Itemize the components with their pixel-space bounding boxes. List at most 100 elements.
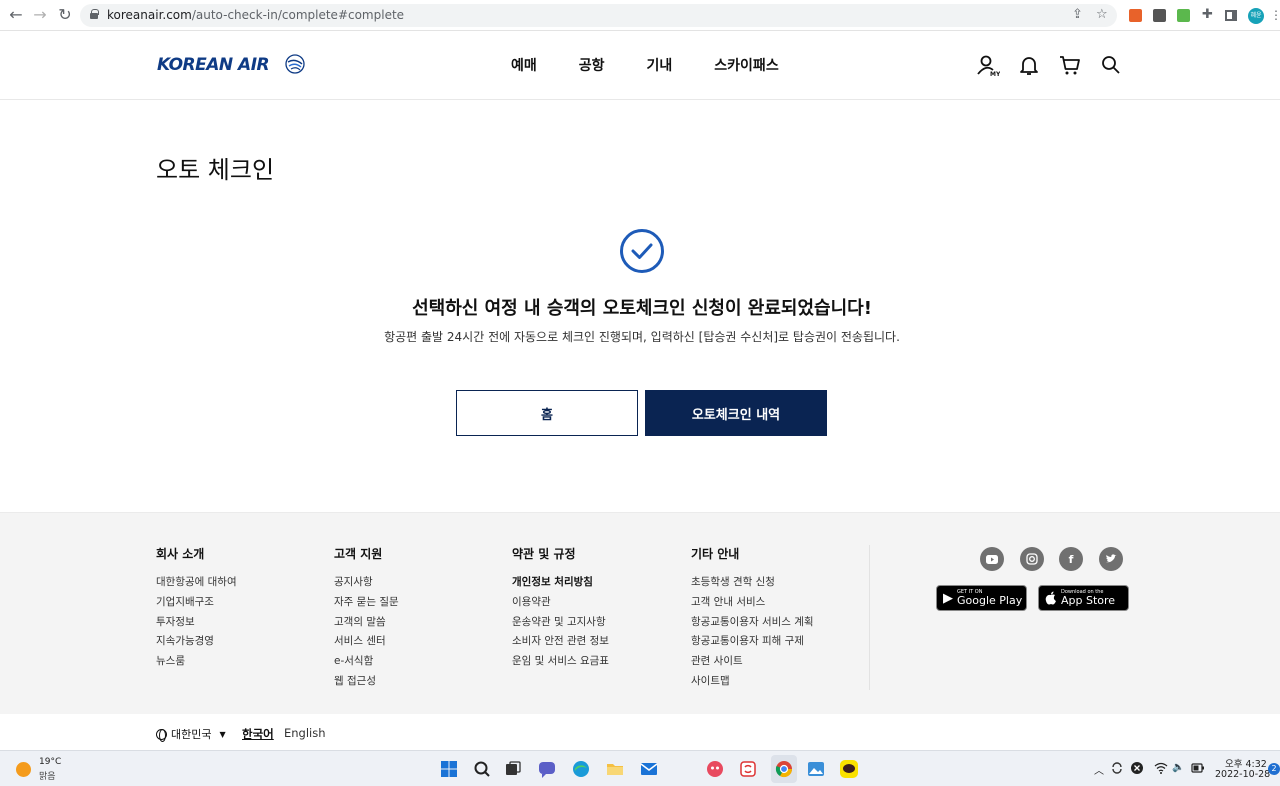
apple-icon [1045,591,1056,605]
my-account-icon[interactable]: MY [976,53,1000,77]
sync-app-icon[interactable] [738,759,758,779]
clock-time[interactable]: 오후 4:32 [1225,756,1267,770]
caret-down-icon: ▼ [219,729,226,739]
browser-menu-icon[interactable]: ⋮ [1270,8,1280,22]
tray-overflow-icon[interactable]: ︿ [1094,762,1104,777]
footer-link[interactable]: 지속가능경영 [156,634,237,654]
footer-link[interactable]: 운임 및 서비스 요금표 [512,654,609,674]
footer-link[interactable]: 공지사항 [334,575,399,595]
footer-column-support: 고객 지원 공지사항 자주 묻는 질문 고객의 말씀 서비스 센터 e-서식함 … [334,545,399,694]
instagram-icon[interactable] [1020,547,1044,571]
footer-column-company: 회사 소개 대한항공에 대하여 기업지배구조 투자정보 지속가능경영 뉴스룸 [156,545,237,674]
footer-link[interactable]: 항공교통이용자 피해 구제 [691,634,814,654]
footer-link[interactable]: 자주 묻는 질문 [334,595,399,615]
taeguk-mark-icon [285,54,305,74]
google-play-badge[interactable]: ▶ GET IT ON Google Play [936,585,1027,611]
footer-link[interactable]: 고객의 말씀 [334,615,399,635]
nav-inflight[interactable]: 기내 [647,55,673,75]
app-icon[interactable] [705,759,725,779]
footer-link[interactable]: 고객 안내 서비스 [691,595,814,615]
footer-link[interactable]: 사이트맵 [691,674,814,694]
footer-column-title: 약관 및 규정 [512,547,576,561]
wifi-icon[interactable] [1154,761,1168,775]
footer-link[interactable]: 기업지배구조 [156,595,237,615]
footer-link[interactable]: 소비자 안전 관련 정보 [512,634,609,654]
footer-link[interactable]: 웹 접근성 [334,674,399,694]
completion-description: 항공편 출발 24시간 전에 자동으로 체크인 진행되며, 입력하신 [탑승권 … [384,330,900,344]
app-store-badge[interactable]: Download on the App Store [1038,585,1129,611]
page-title: 오토 체크인 [156,156,275,184]
home-button[interactable]: 홈 [456,390,638,436]
youtube-icon[interactable] [980,547,1004,571]
twitter-icon[interactable] [1099,547,1123,571]
footer-column-etc: 기타 안내 초등학생 견학 신청 고객 안내 서비스 항공교통이용자 서비스 계… [691,545,814,694]
search-icon[interactable] [1099,53,1123,77]
kakaotalk-icon[interactable] [839,759,859,779]
url-text: koreanair.com/auto-check-in/complete#com… [107,8,405,22]
footer-link[interactable]: 초등학생 견학 신청 [691,575,814,595]
language-bar: 대한민국 ▼ 한국어 English [0,714,1280,750]
bell-icon[interactable] [1017,53,1041,77]
extension-icon[interactable] [1129,9,1142,22]
footer-link[interactable]: 서비스 센터 [334,634,399,654]
korean-air-logo[interactable]: KOREAN AIR [157,54,305,77]
footer-divider [869,545,870,690]
extension-icon[interactable] [1177,9,1190,22]
language-korean[interactable]: 한국어 [242,726,274,742]
mail-icon[interactable] [639,759,659,779]
extensions-puzzle-icon[interactable]: ✚ [1202,7,1213,22]
nav-airport[interactable]: 공항 [579,55,605,75]
site-header: KOREAN AIR 예매 공항 기내 스카이패스 MY [0,31,1280,100]
footer-column-title: 기타 안내 [691,547,740,561]
footer-link[interactable]: e-서식함 [334,654,399,674]
nav-booking[interactable]: 예매 [511,55,537,75]
weather-sun-icon[interactable] [16,762,31,777]
footer-link[interactable]: 뉴스룸 [156,654,237,674]
chrome-icon[interactable] [774,759,794,779]
facebook-icon[interactable]: f [1059,547,1083,571]
footer-link[interactable]: 운송약관 및 고지사항 [512,615,609,635]
footer-link[interactable]: 투자정보 [156,615,237,635]
completion-headline: 선택하신 여정 내 승객의 오토체크인 신청이 완료되었습니다! [412,298,872,319]
taskbar-search-icon[interactable] [472,759,492,779]
language-english[interactable]: English [284,726,326,740]
footer-link[interactable]: 대한항공에 대하여 [156,575,237,595]
photos-icon[interactable] [806,759,826,779]
file-explorer-icon[interactable] [605,759,625,779]
google-play-icon: ▶ [943,590,953,606]
footer-link[interactable]: 이용약관 [512,595,609,615]
profile-avatar[interactable]: 혜윤 [1248,8,1264,24]
footer-column-title: 회사 소개 [156,547,205,561]
cart-icon[interactable] [1058,53,1082,77]
reload-icon[interactable]: ↻ [55,5,75,25]
tray-close-icon[interactable] [1130,761,1144,775]
bookmark-star-icon[interactable]: ☆ [1096,7,1108,22]
battery-icon[interactable] [1191,762,1205,774]
windows-start-icon[interactable] [439,759,459,779]
share-icon[interactable]: ⇪ [1072,7,1083,22]
chat-icon[interactable] [537,759,557,779]
address-bar[interactable]: koreanair.com/auto-check-in/complete#com… [80,4,1117,27]
extension-icon[interactable] [1153,9,1166,22]
auto-checkin-history-button[interactable]: 오토체크인 내역 [645,390,827,436]
footer-link-privacy[interactable]: 개인정보 처리방침 [512,575,609,595]
weather-temperature: 19°C [39,757,62,767]
tray-sync-icon[interactable] [1110,761,1124,775]
lock-icon [90,9,99,19]
footer-link[interactable]: 관련 사이트 [691,654,814,674]
clock-date[interactable]: 2022-10-28 [1215,769,1270,780]
browser-toolbar: ← → ↻ koreanair.com/auto-check-in/comple… [0,0,1280,31]
volume-icon[interactable]: 🔈 [1172,762,1184,773]
side-panel-icon[interactable] [1225,10,1237,21]
forward-icon[interactable]: → [30,5,50,25]
nav-skypass[interactable]: 스카이패스 [714,55,778,75]
task-view-icon[interactable] [503,759,523,779]
back-icon[interactable]: ← [6,5,26,25]
region-selector[interactable]: 대한민국 ▼ [156,726,226,742]
taskbar: 19°C 맑음 ︿ 🔈 오후 4:32 2022-10-28 2 [0,750,1280,786]
notification-badge[interactable]: 2 [1268,763,1280,775]
footer-link[interactable]: 항공교통이용자 서비스 계획 [691,615,814,635]
globe-icon [156,728,167,742]
edge-icon[interactable] [571,759,591,779]
svg-text:MY: MY [990,71,1000,77]
